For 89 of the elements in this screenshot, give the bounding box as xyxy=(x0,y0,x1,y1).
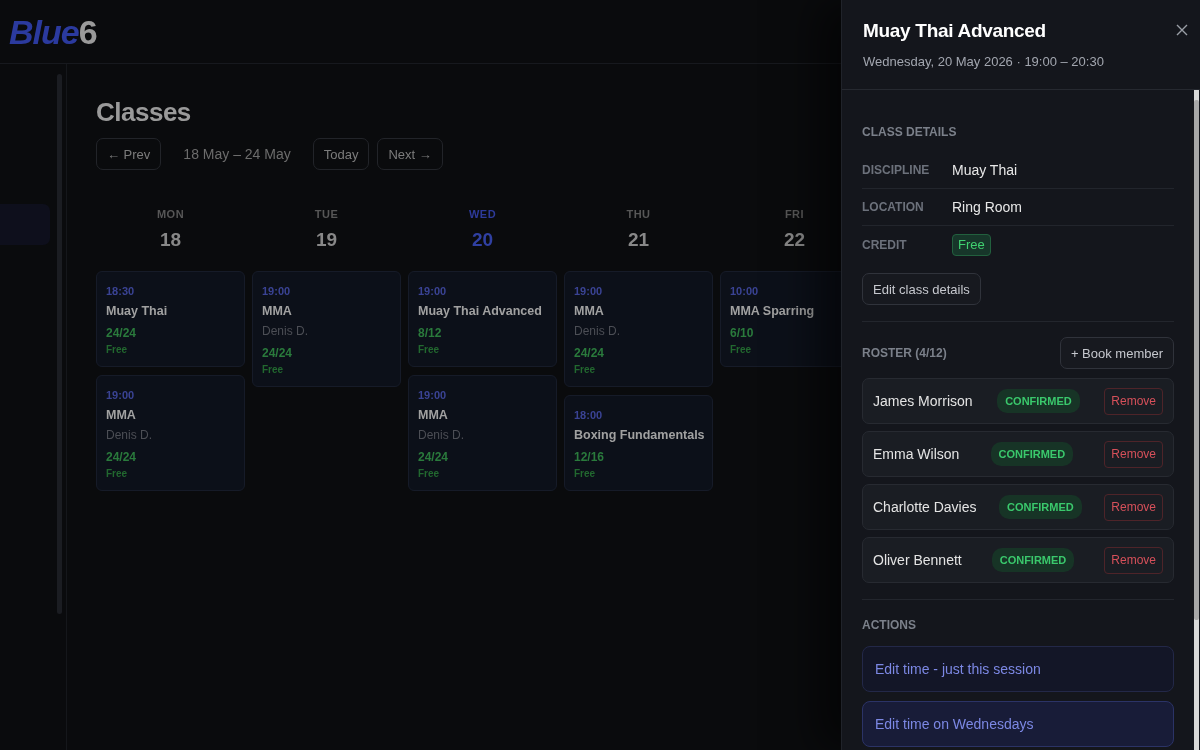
instructor-name: Denis D. xyxy=(574,323,621,339)
section-heading: ROSTER (4/12) xyxy=(862,345,947,361)
capacity-count: 24/24 xyxy=(418,449,450,465)
class-time: 19:00 xyxy=(106,388,136,403)
instructor-name: Denis D. xyxy=(418,427,465,443)
capacity-count: 24/24 xyxy=(106,325,138,341)
capacity-count: 8/12 xyxy=(418,325,443,341)
class-time: 10:00 xyxy=(730,284,760,299)
scrollbar-track[interactable] xyxy=(1194,90,1199,750)
class-card[interactable]: 19:00 MMA Denis D. 24/24 Free xyxy=(252,271,401,387)
scrollbar-thumb[interactable] xyxy=(1194,100,1199,620)
class-name: Muay Thai xyxy=(106,303,169,319)
class-card[interactable]: 19:00 MMA Denis D. 24/24 Free xyxy=(564,271,713,387)
weekday-label: WED xyxy=(467,207,498,221)
capacity-count: 24/24 xyxy=(106,449,138,465)
credit-label: Free xyxy=(262,363,285,377)
credit-label: Free xyxy=(106,343,129,357)
instructor-name: Denis D. xyxy=(262,323,309,339)
status-badge: CONFIRMED xyxy=(997,389,1080,413)
detail-label: DISCIPLINE xyxy=(862,163,931,177)
class-time: 19:00 xyxy=(262,284,292,299)
remove-button[interactable]: Remove xyxy=(1104,440,1163,468)
member-name: Emma Wilson xyxy=(873,446,960,462)
member-name: Charlotte Davies xyxy=(873,499,977,515)
instructor-name: Denis D. xyxy=(106,427,153,443)
member-name: James Morrison xyxy=(873,393,973,409)
credit-label: Free xyxy=(574,467,597,481)
weekday-label: FRI xyxy=(783,207,806,221)
remove-button[interactable]: Remove xyxy=(1104,493,1163,521)
remove-button[interactable]: Remove xyxy=(1104,546,1163,574)
action-button[interactable]: Edit time - just this session xyxy=(862,646,1174,692)
next-button[interactable]: Next → xyxy=(377,138,443,170)
day-number: 21 xyxy=(626,228,651,252)
class-name: MMA xyxy=(106,407,137,423)
page-title: Classes xyxy=(96,96,192,128)
credit-label: Free xyxy=(574,363,597,377)
section-heading: CLASS DETAILS xyxy=(862,124,958,140)
class-name: MMA xyxy=(574,303,605,319)
capacity-count: 6/10 xyxy=(730,325,755,341)
drawer-title: Muay Thai Advanced xyxy=(863,19,1047,43)
credit-badge: Free xyxy=(952,234,991,256)
capacity-count: 24/24 xyxy=(574,345,606,361)
detail-value: Ring Room xyxy=(952,198,1024,217)
detail-value: Muay Thai xyxy=(952,161,1019,180)
class-time: 18:00 xyxy=(574,408,604,423)
status-badge: CONFIRMED xyxy=(990,442,1074,466)
drawer-subtitle: Wednesday, 20 May 2026 · 19:00 – 20:30 xyxy=(863,53,1104,71)
class-time: 19:00 xyxy=(418,388,448,403)
date-range: 18 May – 24 May xyxy=(183,146,291,162)
weekday-label: TUE xyxy=(313,207,340,221)
edit-class-button[interactable]: Edit class details xyxy=(862,273,981,305)
class-name: MMA xyxy=(418,407,449,423)
today-button[interactable]: Today xyxy=(312,138,370,170)
class-card[interactable]: 18:00 Boxing Fundamentals 12/16 Free xyxy=(564,395,713,491)
class-card[interactable]: 18:30 Muay Thai 24/24 Free xyxy=(96,271,245,367)
credit-label: Free xyxy=(106,467,129,481)
class-name: Boxing Fundamentals xyxy=(574,427,703,443)
class-name: MMA xyxy=(262,303,293,319)
action-button[interactable]: Edit time on Wednesdays xyxy=(862,701,1174,747)
capacity-count: 24/24 xyxy=(262,345,294,361)
status-badge: CONFIRMED xyxy=(991,548,1075,572)
section-heading: ACTIONS xyxy=(862,617,917,633)
book-member-button[interactable]: + Book member xyxy=(1059,337,1174,369)
day-number: 22 xyxy=(782,228,807,252)
class-time: 19:00 xyxy=(418,284,448,299)
class-time: 19:00 xyxy=(574,284,604,299)
capacity-count: 12/16 xyxy=(574,449,606,465)
class-name: MMA Sparring xyxy=(730,303,816,319)
class-card[interactable]: 19:00 MMA Denis D. 24/24 Free xyxy=(96,375,245,491)
member-name: Oliver Bennett xyxy=(873,552,962,568)
day-number: 19 xyxy=(314,228,339,252)
credit-label: Free xyxy=(418,467,441,481)
credit-label: Free xyxy=(730,343,753,357)
day-number: 18 xyxy=(158,228,183,252)
logo[interactable]: Blue6 xyxy=(9,11,97,52)
remove-button[interactable]: Remove xyxy=(1104,387,1163,415)
class-card[interactable]: 19:00 Muay Thai Advanced 8/12 Free xyxy=(408,271,557,367)
detail-label: CREDIT xyxy=(862,238,908,252)
credit-label: Free xyxy=(418,343,441,357)
class-name: Muay Thai Advanced xyxy=(418,303,543,319)
weekday-label: MON xyxy=(155,207,186,221)
prev-button[interactable]: ← Prev xyxy=(96,138,162,170)
class-card[interactable]: 10:00 MMA Sparring 6/10 Free xyxy=(720,271,841,367)
day-number: 20 xyxy=(470,228,495,252)
weekday-label: THU xyxy=(625,207,652,221)
status-badge: CONFIRMED xyxy=(999,495,1082,519)
class-card[interactable]: 19:00 MMA Denis D. 24/24 Free xyxy=(408,375,557,491)
class-time: 18:30 xyxy=(106,284,136,299)
detail-label: LOCATION xyxy=(862,200,925,214)
